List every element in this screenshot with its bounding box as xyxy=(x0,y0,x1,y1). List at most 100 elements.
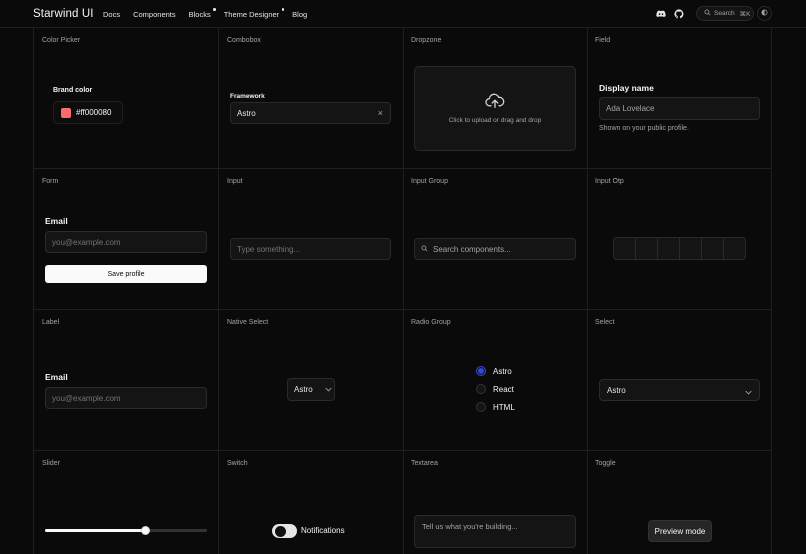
notifications-switch[interactable] xyxy=(272,524,297,538)
form-email-label: Email xyxy=(45,216,68,226)
radio-label: HTML xyxy=(493,402,515,412)
nav-link-theme-designer[interactable]: Theme Designer xyxy=(223,8,285,19)
display-name-label: Display name xyxy=(599,83,654,93)
switch-label: Notifications xyxy=(301,526,345,535)
github-icon[interactable] xyxy=(674,9,684,19)
select-trigger[interactable]: Astro xyxy=(599,379,760,401)
chevron-down-icon xyxy=(745,388,752,397)
dropzone-text: Click to upload or drag and drop xyxy=(448,117,542,124)
upload-cloud-icon xyxy=(485,93,505,111)
theme-toggle-button[interactable] xyxy=(757,6,772,21)
search-button[interactable]: Search ⌘K xyxy=(696,6,754,21)
native-select-value: Astro xyxy=(294,385,313,394)
search-icon xyxy=(704,9,711,18)
nav-link-label: Theme Designer xyxy=(223,10,280,19)
top-navbar: Starwind UI Docs Components Blocks Theme… xyxy=(0,0,806,28)
field-help-text: Shown on your public profile. xyxy=(599,125,689,132)
label-email-input[interactable]: you@example.com xyxy=(45,387,207,409)
nav-links: Docs Components Blocks Theme Designer Bl… xyxy=(103,8,320,19)
otp-slot[interactable] xyxy=(702,238,724,259)
color-value: #ff000080 xyxy=(76,108,112,117)
brand-color-label: Brand color xyxy=(53,87,93,94)
switch-knob xyxy=(274,525,286,537)
text-input[interactable]: Type something... xyxy=(230,238,391,260)
cell-title-form: Form xyxy=(42,178,59,185)
new-dot-indicator xyxy=(281,8,285,11)
combobox-input[interactable]: Astro × xyxy=(230,102,391,124)
cell-title-toggle: Toggle xyxy=(595,460,616,467)
textarea-input[interactable]: Tell us what you're building... xyxy=(414,515,576,548)
save-profile-button[interactable]: Save profile xyxy=(45,265,207,283)
preview-mode-toggle[interactable]: Preview mode xyxy=(648,520,712,542)
otp-slot[interactable] xyxy=(724,238,745,259)
display-name-value: Ada Lovelace xyxy=(606,104,655,113)
cell-title-textarea: Textarea xyxy=(411,460,438,467)
label-email-label: Email xyxy=(45,372,68,382)
cell-title-slider: Slider xyxy=(42,460,60,467)
combobox-value: Astro xyxy=(237,108,256,118)
grid-divider xyxy=(33,168,772,169)
form-email-placeholder: you@example.com xyxy=(52,237,121,247)
slider-fill xyxy=(45,529,146,532)
cell-title-field: Field xyxy=(595,37,611,44)
grid-divider xyxy=(33,28,34,554)
moon-icon xyxy=(761,9,768,18)
nav-link-blog[interactable]: Blog xyxy=(292,10,307,19)
radio-option-react[interactable]: React xyxy=(476,384,514,394)
cell-title-input-group: Input Group xyxy=(411,178,448,185)
color-picker-trigger[interactable]: #ff000080 xyxy=(53,101,123,124)
radio-indicator xyxy=(476,384,486,394)
slider-thumb[interactable] xyxy=(140,526,150,535)
cell-title-label: Label xyxy=(42,319,60,326)
search-shortcut: ⌘K xyxy=(739,10,751,18)
search-icon xyxy=(421,245,428,254)
otp-slot[interactable] xyxy=(658,238,680,259)
cell-title-native-select: Native Select xyxy=(227,319,269,326)
native-select[interactable]: Astro xyxy=(287,378,335,401)
social-icons xyxy=(656,9,684,19)
framework-label: Framework xyxy=(230,93,265,100)
radio-label: Astro xyxy=(493,366,512,376)
search-components-input[interactable]: Search components... xyxy=(414,238,576,260)
nav-link-components[interactable]: Components xyxy=(133,10,176,19)
nav-link-docs[interactable]: Docs xyxy=(103,10,120,19)
color-swatch xyxy=(61,107,71,118)
grid-divider xyxy=(33,309,772,310)
dropzone-area[interactable]: Click to upload or drag and drop xyxy=(414,66,576,151)
new-dot-indicator xyxy=(213,8,216,11)
brand-logo[interactable]: Starwind UI xyxy=(33,8,94,20)
form-email-input[interactable]: you@example.com xyxy=(45,231,207,253)
grid-divider xyxy=(771,28,772,554)
grid-divider xyxy=(403,28,404,554)
discord-icon[interactable] xyxy=(656,9,666,19)
chevron-down-icon xyxy=(325,385,332,394)
search-components-placeholder: Search components... xyxy=(433,244,511,254)
radio-indicator xyxy=(476,402,486,412)
otp-slot[interactable] xyxy=(680,238,702,259)
otp-slot[interactable] xyxy=(636,238,658,259)
cell-title-color-picker: Color Picker xyxy=(42,37,81,44)
nav-link-label: Blocks xyxy=(188,10,211,19)
cell-title-dropzone: Dropzone xyxy=(411,37,442,44)
select-value: Astro xyxy=(607,385,626,395)
label-email-placeholder: you@example.com xyxy=(52,393,121,403)
radio-option-astro[interactable]: Astro xyxy=(476,366,512,376)
cell-title-select: Select xyxy=(595,319,615,326)
otp-slot[interactable] xyxy=(614,238,636,259)
nav-link-blocks[interactable]: Blocks xyxy=(188,8,216,19)
cell-title-combobox: Combobox xyxy=(227,37,261,44)
cell-title-input-otp: Input Otp xyxy=(595,178,624,185)
display-name-input[interactable]: Ada Lovelace xyxy=(599,97,760,120)
search-label: Search xyxy=(714,10,735,17)
clear-icon[interactable]: × xyxy=(378,108,383,118)
text-input-placeholder: Type something... xyxy=(237,244,301,254)
cell-title-switch: Switch xyxy=(227,460,248,467)
grid-divider xyxy=(587,28,588,554)
radio-option-html[interactable]: HTML xyxy=(476,402,515,412)
radio-label: React xyxy=(493,384,514,394)
grid-divider xyxy=(218,28,219,554)
otp-input xyxy=(613,237,746,260)
slider-track[interactable] xyxy=(45,529,207,532)
grid-divider xyxy=(33,450,772,451)
radio-selected-indicator xyxy=(476,366,486,376)
